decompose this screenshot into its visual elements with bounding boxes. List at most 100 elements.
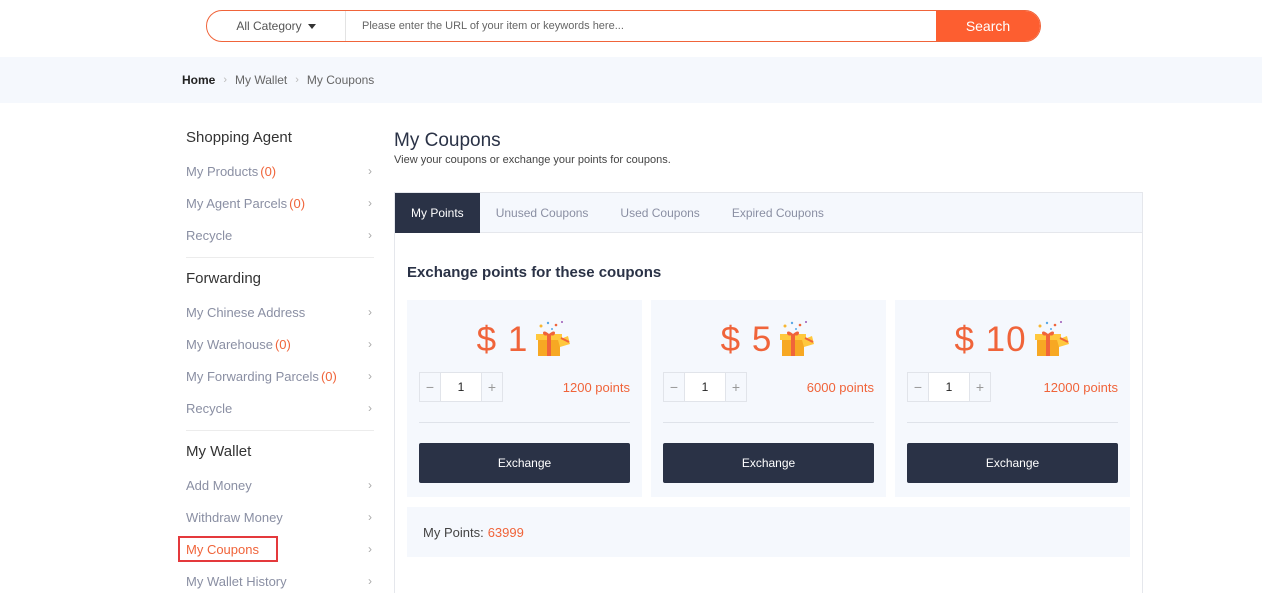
chevron-right-icon: › [368,228,372,242]
page-title: My Coupons [394,130,501,151]
breadcrumb-current: My Coupons [306,73,375,87]
coupon-amount: $ 1 [476,320,529,359]
coupon-card: $ 5 − 1 + 6000 points Exchange [651,300,886,497]
sidebar-section-title: Forwarding [186,270,262,287]
count-badge: (0) [320,368,337,384]
exchange-button[interactable]: Exchange [419,443,630,483]
tab-bar: My Points Unused Coupons Used Coupons Ex… [395,193,1142,233]
increment-button[interactable]: + [482,373,502,401]
sidebar-item-my-wallet-history[interactable]: My Wallet History › [186,565,374,593]
my-points-value: 63999 [487,524,524,540]
tab-used-coupons[interactable]: Used Coupons [604,193,715,233]
exchange-button[interactable]: Exchange [663,443,874,483]
quantity-stepper: − 1 + [419,372,503,402]
coupon-card: $ 1 − 1 + 1200 points Exchange [407,300,642,497]
decrement-button[interactable]: − [420,373,440,401]
category-dropdown[interactable]: All Category [207,11,346,41]
gift-box-icon [536,321,571,356]
sidebar-section-forwarding: Forwarding My Chinese Address › My Wareh… [186,268,374,431]
sidebar-item-recycle-agent[interactable]: Recycle › [186,219,374,251]
chevron-right-icon: › [368,369,372,383]
sidebar-section-title: My Wallet [186,443,252,460]
sidebar-section-my-wallet: My Wallet Add Money › Withdraw Money › M… [178,441,374,593]
divider [419,422,630,423]
chevron-right-icon: › [368,574,372,588]
count-badge: (0) [289,195,306,211]
sidebar-section-title: Shopping Agent [186,129,292,146]
divider [663,422,874,423]
my-points-label: My Points: [423,524,484,540]
chevron-right-icon: › [368,401,372,415]
sidebar-item-label: Recycle [186,400,233,416]
category-label: All Category [236,19,302,33]
chevron-right-icon: › [368,196,372,210]
section-heading: Exchange points for these coupons [407,264,662,281]
quantity-input[interactable]: 1 [440,373,482,401]
sidebar-item-label: My Warehouse [186,336,273,352]
decrement-button[interactable]: − [664,373,684,401]
increment-button[interactable]: + [726,373,746,401]
my-points-summary: My Points: 63999 [407,507,1130,557]
chevron-right-icon: › [368,164,372,178]
sidebar-item-label: Add Money [186,477,252,493]
quantity-input[interactable]: 1 [928,373,970,401]
quantity-stepper: − 1 + [663,372,747,402]
search-button[interactable]: Search [936,11,1040,41]
coupon-amount: $ 5 [720,320,773,359]
sidebar-item-label: My Products [186,163,259,179]
quantity-stepper: − 1 + [907,372,991,402]
sidebar-item-my-agent-parcels[interactable]: My Agent Parcels (0) › [186,187,374,219]
sidebar-item-my-warehouse[interactable]: My Warehouse (0) › [186,328,374,360]
count-badge: (0) [260,163,277,179]
sidebar-item-label: My Wallet History [186,573,287,589]
coupon-card: $ 10 − 1 + 12000 points Exchange [895,300,1130,497]
decrement-button[interactable]: − [908,373,928,401]
main-content: My Coupons View your coupons or exchange… [394,128,1143,593]
sidebar-item-label: My Forwarding Parcels [186,368,319,384]
caret-down-icon [307,23,316,29]
sidebar-item-my-forwarding-parcels[interactable]: My Forwarding Parcels (0) › [186,360,374,392]
divider [907,422,1118,423]
coupons-panel: My Points Unused Coupons Used Coupons Ex… [394,192,1143,593]
coupon-amount: $ 10 [954,320,1027,359]
breadcrumb-bar: Home › My Wallet › My Coupons [0,57,1262,103]
sidebar-item-my-chinese-address[interactable]: My Chinese Address › [186,296,374,328]
sidebar-item-add-money[interactable]: Add Money › [186,469,374,501]
search-input[interactable] [346,11,936,41]
tab-expired-coupons[interactable]: Expired Coupons [716,193,840,233]
chevron-right-icon: › [368,542,372,556]
gift-box-icon [1034,321,1069,356]
points-cost: 6000 points [806,380,874,395]
tab-unused-coupons[interactable]: Unused Coupons [480,193,605,233]
points-cost: 12000 points [1043,380,1118,395]
sidebar-section-shopping-agent: Shopping Agent My Products (0) › My Agent… [186,127,374,258]
tab-my-points[interactable]: My Points [395,193,480,233]
count-badge: (0) [274,336,291,352]
sidebar-item-label: My Agent Parcels [186,195,288,211]
chevron-right-icon: › [368,337,372,351]
sidebar-item-label: Withdraw Money [186,509,283,525]
gift-box-icon [780,321,815,356]
chevron-right-icon: › [223,74,228,86]
sidebar-item-recycle-forwarding[interactable]: Recycle › [186,392,374,424]
chevron-right-icon: › [368,478,372,492]
top-bar: All Category Search [0,0,1262,57]
sidebar: Shopping Agent My Products (0) › My Agent… [178,127,374,593]
exchange-button[interactable]: Exchange [907,443,1118,483]
sidebar-item-withdraw-money[interactable]: Withdraw Money › [186,501,374,533]
sidebar-item-my-products[interactable]: My Products (0) › [186,155,374,187]
sidebar-item-label: Recycle [186,227,233,243]
sidebar-item-my-coupons[interactable]: My Coupons › [178,533,374,565]
breadcrumb-wallet[interactable]: My Wallet [235,73,287,87]
breadcrumb-home[interactable]: Home [182,73,215,87]
points-cost: 1200 points [562,380,630,395]
chevron-right-icon: › [368,305,372,319]
chevron-right-icon: › [368,510,372,524]
page-subtitle: View your coupons or exchange your point… [394,154,671,166]
highlight-box [178,536,278,562]
search-bar: All Category Search [206,10,1041,42]
coupon-list: $ 1 − 1 + 1200 points Exchange $ 5 − 1 +… [407,300,1130,497]
quantity-input[interactable]: 1 [684,373,726,401]
increment-button[interactable]: + [970,373,990,401]
chevron-right-icon: › [295,74,299,86]
